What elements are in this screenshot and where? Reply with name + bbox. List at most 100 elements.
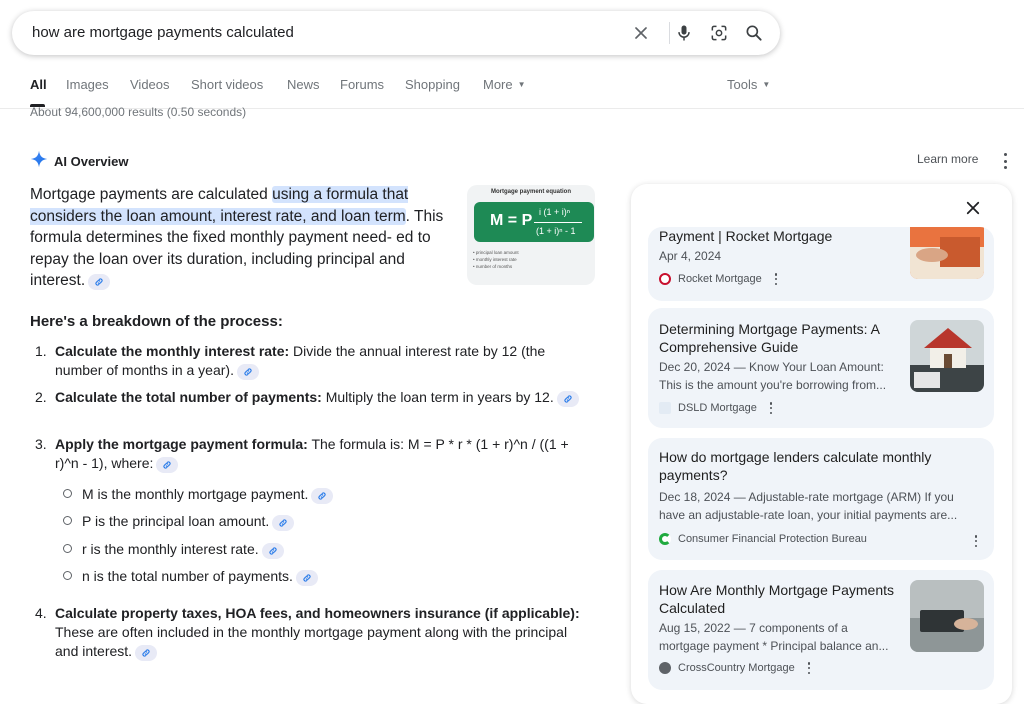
source-card-publisher: Rocket Mortgage — [659, 273, 780, 285]
camera-lens-icon[interactable] — [708, 22, 730, 44]
tab-more-label: More — [483, 77, 513, 92]
tab-shopping[interactable]: Shopping — [405, 77, 460, 92]
tab-images[interactable]: Images — [66, 77, 109, 92]
citation-link-icon[interactable] — [135, 645, 158, 661]
rocket-mortgage-favicon-icon — [659, 273, 671, 285]
close-icon[interactable] — [961, 196, 985, 220]
step-body: Apply the mortgage payment formula: The … — [55, 435, 585, 473]
breakdown-heading: Here's a breakdown of the process: — [30, 313, 283, 330]
more-options-icon[interactable] — [972, 535, 980, 547]
gemini-sparkle-icon — [30, 150, 48, 173]
tab-news[interactable]: News — [287, 77, 320, 92]
citation-link-icon[interactable] — [311, 488, 334, 504]
sub-item-text: r is the monthly interest rate. — [82, 541, 259, 557]
source-card-title[interactable]: Payment | Rocket Mortgage — [659, 227, 895, 245]
source-thumbnail[interactable] — [910, 227, 984, 279]
more-options-icon[interactable] — [805, 662, 813, 674]
tools-label: Tools — [727, 77, 758, 92]
formula-image-title: Mortgage payment equation — [490, 189, 571, 195]
dsld-favicon-icon — [659, 402, 671, 414]
step-title: Calculate the monthly interest rate: — [55, 343, 290, 359]
source-name: CrossCountry Mortgage — [678, 662, 795, 674]
source-card[interactable]: How Are Monthly Mortgage Payments Calcul… — [648, 570, 994, 690]
source-card-title[interactable]: How do mortgage lenders calculate monthl… — [659, 448, 979, 484]
step-number: 1. — [35, 343, 47, 359]
source-card-snippet: Aug 15, 2022 — 7 components of a mortgag… — [659, 621, 889, 653]
ai-overview-label: AI Overview — [54, 154, 129, 169]
source-card[interactable]: Determining Mortgage Payments: A Compreh… — [648, 308, 994, 428]
caret-down-icon: ▼ — [517, 80, 526, 89]
formula-legend-item: • principal loan amount — [473, 250, 519, 255]
step-number: 3. — [35, 436, 47, 452]
source-name: DSLD Mortgage — [678, 402, 757, 414]
bullet-circle-icon — [63, 544, 72, 553]
cfpb-favicon-icon — [659, 533, 671, 545]
tab-more[interactable]: More ▼ — [483, 77, 526, 92]
sub-item-text: n is the total number of payments. — [82, 568, 293, 584]
source-card-publisher: Consumer Financial Protection Bureau — [659, 533, 867, 545]
step-number: 2. — [35, 389, 47, 405]
formula-box: M = P i (1 + i)ⁿ (1 + i)ⁿ - 1 — [474, 202, 594, 242]
source-card-title[interactable]: Determining Mortgage Payments: A Compreh… — [659, 320, 895, 356]
bullet-circle-icon — [63, 516, 72, 525]
step-title: Apply the mortgage payment formula: — [55, 436, 308, 452]
citation-link-icon[interactable] — [236, 364, 259, 380]
formula-image[interactable]: Mortgage payment equation M = P i (1 + i… — [467, 185, 595, 285]
more-options-icon[interactable] — [767, 402, 775, 414]
sources-panel: Payment | Rocket Mortgage Apr 4, 2024 Ro… — [631, 184, 1012, 704]
source-card[interactable]: Payment | Rocket Mortgage Apr 4, 2024 Ro… — [648, 227, 994, 301]
step-title: Calculate the total number of payments: — [55, 389, 322, 405]
bullet-circle-icon — [63, 489, 72, 498]
search-divider — [669, 22, 670, 44]
step-body: Calculate property taxes, HOA fees, and … — [55, 604, 585, 661]
bullet-circle-icon — [63, 571, 72, 580]
formula-denominator: (1 + i)ⁿ - 1 — [536, 226, 576, 236]
sub-item-text: P is the principal loan amount. — [82, 513, 270, 529]
step-text: Multiply the loan term in years by 12. — [321, 389, 554, 405]
source-card-title[interactable]: How Are Monthly Mortgage Payments Calcul… — [659, 581, 895, 617]
microphone-icon[interactable] — [673, 22, 695, 44]
ai-overview-header: AI Overview — [30, 150, 128, 173]
citation-link-icon[interactable] — [556, 391, 579, 407]
tab-short-videos[interactable]: Short videos — [191, 77, 263, 92]
results-count: About 94,600,000 results (0.50 seconds) — [30, 105, 247, 119]
formula-legend-item: • number of months — [473, 264, 513, 269]
caret-down-icon: ▼ — [762, 80, 771, 89]
source-card-date: Apr 4, 2024 — [659, 249, 722, 263]
crosscountry-favicon-icon — [659, 662, 671, 674]
source-thumbnail[interactable] — [910, 580, 984, 652]
tab-videos[interactable]: Videos — [130, 77, 170, 92]
citation-link-icon[interactable] — [295, 570, 318, 586]
tab-forums[interactable]: Forums — [340, 77, 384, 92]
clear-icon[interactable] — [630, 22, 652, 44]
step-body: Calculate the total number of payments: … — [55, 388, 585, 407]
sub-item-text: M is the monthly mortgage payment. — [82, 486, 309, 502]
source-name: Consumer Financial Protection Bureau — [678, 533, 867, 545]
step-number: 4. — [35, 605, 47, 621]
more-options-icon[interactable] — [998, 153, 1012, 169]
sub-list-item: M is the monthly mortgage payment. — [63, 485, 334, 504]
tab-all[interactable]: All — [30, 77, 47, 92]
source-thumbnail[interactable] — [910, 320, 984, 392]
step-text: These are often included in the monthly … — [55, 624, 568, 659]
search-input[interactable] — [32, 11, 592, 55]
citation-link-icon[interactable] — [156, 457, 179, 473]
step-title: Calculate property taxes, HOA fees, and … — [55, 605, 580, 621]
search-icon[interactable] — [743, 22, 765, 44]
source-card-snippet: Dec 18, 2024 — Adjustable-rate mortgage … — [659, 490, 958, 522]
learn-more-link[interactable]: Learn more — [917, 152, 978, 166]
source-card-publisher: DSLD Mortgage — [659, 402, 775, 414]
sub-list-item: n is the total number of payments. — [63, 567, 318, 586]
source-card[interactable]: How do mortgage lenders calculate monthl… — [648, 438, 994, 560]
ai-overview-summary: Mortgage payments are calculated using a… — [30, 184, 458, 292]
citation-link-icon[interactable] — [272, 515, 295, 531]
citation-link-icon[interactable] — [88, 274, 111, 290]
formula-legend: • principal loan amount • monthly intere… — [473, 249, 519, 270]
search-bar — [12, 11, 780, 55]
citation-link-icon[interactable] — [261, 543, 284, 559]
more-options-icon[interactable] — [772, 273, 780, 285]
formula-legend-item: • monthly interest rate — [473, 257, 517, 262]
tools-button[interactable]: Tools ▼ — [727, 77, 770, 92]
source-card-publisher: CrossCountry Mortgage — [659, 662, 813, 674]
sub-list-item: P is the principal loan amount. — [63, 512, 295, 531]
